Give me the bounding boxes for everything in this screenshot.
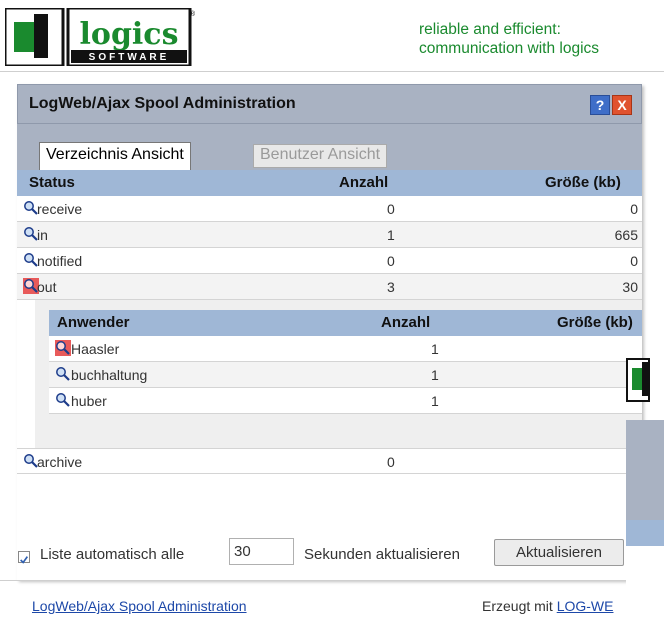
footer-logweb-link[interactable]: LOG-WE	[557, 598, 614, 614]
status-row-notified[interactable]: notified 0 0	[17, 248, 642, 274]
spool-admin-window: LogWeb/Ajax Spool Administration ? X Ver…	[17, 84, 642, 580]
help-icon: ?	[595, 97, 605, 113]
user-name: huber	[71, 393, 107, 409]
magnifier-active-icon[interactable]	[55, 340, 71, 356]
checkmark-icon	[20, 556, 29, 564]
status-row-receive[interactable]: receive 0 0	[17, 196, 642, 222]
status-size: 665	[614, 227, 638, 243]
status-count: 0	[387, 253, 395, 269]
col-size: Größe (kb)	[545, 174, 621, 191]
status-row-archive[interactable]: archive 0 0	[17, 448, 642, 474]
footer-divider	[0, 580, 664, 581]
help-button[interactable]: ?	[590, 95, 610, 115]
autorefresh-seconds-input[interactable]	[229, 538, 294, 565]
status-name: receive	[37, 201, 83, 217]
user-count: 1	[431, 341, 439, 357]
status-count: 1	[387, 227, 395, 243]
magnifier-icon[interactable]	[55, 392, 71, 408]
status-size: 30	[622, 279, 638, 295]
user-count: 1	[431, 393, 439, 409]
user-name: Haasler	[71, 341, 120, 357]
logo-registered-mark: ®	[190, 10, 195, 18]
background-window-fragment	[626, 350, 664, 622]
window-title: LogWeb/Ajax Spool Administration	[29, 95, 296, 112]
user-name: buchhaltung	[71, 367, 148, 383]
magnifier-icon[interactable]	[55, 366, 71, 382]
status-name: archive	[37, 454, 83, 470]
user-count: 1	[431, 367, 439, 383]
status-row-in[interactable]: in 1 665	[17, 222, 642, 248]
autorefresh-checkbox[interactable]	[18, 551, 30, 564]
col-user-count: Anzahl	[381, 314, 431, 331]
status-table-header: Status Anzahl Größe (kb)	[17, 170, 642, 196]
header-divider	[0, 71, 664, 72]
logo-fragment	[626, 358, 664, 404]
tagline: reliable and efficient: communication wi…	[419, 20, 599, 58]
status-count: 0	[387, 454, 395, 470]
status-count: 3	[387, 279, 395, 295]
footer-credit-prefix: Erzeugt mit	[482, 598, 553, 614]
autorefresh-suffix: Sekunden aktualisieren	[304, 546, 460, 563]
user-row-huber[interactable]: huber 1	[49, 388, 642, 414]
close-icon: X	[617, 97, 627, 113]
logo-subtext: SOFTWARE	[89, 52, 170, 63]
tagline-line1: reliable and efficient:	[419, 21, 561, 38]
tagline-line2: communication with logics	[419, 40, 600, 57]
status-row-out[interactable]: out 3 30	[17, 274, 642, 300]
footer-admin-link[interactable]: LogWeb/Ajax Spool Administration	[32, 598, 247, 614]
autorefresh-prefix: Liste automatisch alle	[40, 546, 185, 563]
user-subtable-area: Anwender Anzahl Größe (kb) Haasler 1 buc…	[35, 300, 642, 450]
col-user: Anwender	[57, 314, 130, 331]
window-titlebar: LogWeb/Ajax Spool Administration ? X	[17, 84, 642, 124]
user-row-buchhaltung[interactable]: buchhaltung 1	[49, 362, 642, 388]
tab-verzeichnis-ansicht[interactable]: Verzeichnis Ansicht	[39, 142, 191, 170]
logics-logo: logics SOFTWARE ®	[5, 8, 195, 66]
user-row-haasler[interactable]: Haasler 1	[49, 336, 642, 362]
status-name: in	[37, 227, 48, 243]
status-count: 0	[387, 201, 395, 217]
status-name: notified	[37, 253, 83, 269]
logo-text: logics	[80, 17, 179, 52]
col-status: Status	[29, 174, 75, 191]
close-button[interactable]: X	[612, 95, 632, 115]
page-header: logics SOFTWARE ® reliable and efficient…	[0, 0, 664, 68]
refresh-button[interactable]: Aktualisieren	[494, 539, 624, 566]
user-table-header: Anwender Anzahl Größe (kb)	[49, 310, 642, 336]
status-name: out	[37, 279, 57, 295]
footer-credit: Erzeugt mit LOG-WE	[482, 598, 613, 614]
col-count: Anzahl	[339, 174, 389, 191]
status-size: 0	[630, 253, 638, 269]
tab-benutzer-ansicht[interactable]: Benutzer Ansicht	[253, 144, 388, 168]
status-size: 0	[630, 201, 638, 217]
tab-bar: Verzeichnis Ansicht Benutzer Ansicht	[17, 124, 642, 170]
col-user-size: Größe (kb)	[557, 314, 633, 331]
